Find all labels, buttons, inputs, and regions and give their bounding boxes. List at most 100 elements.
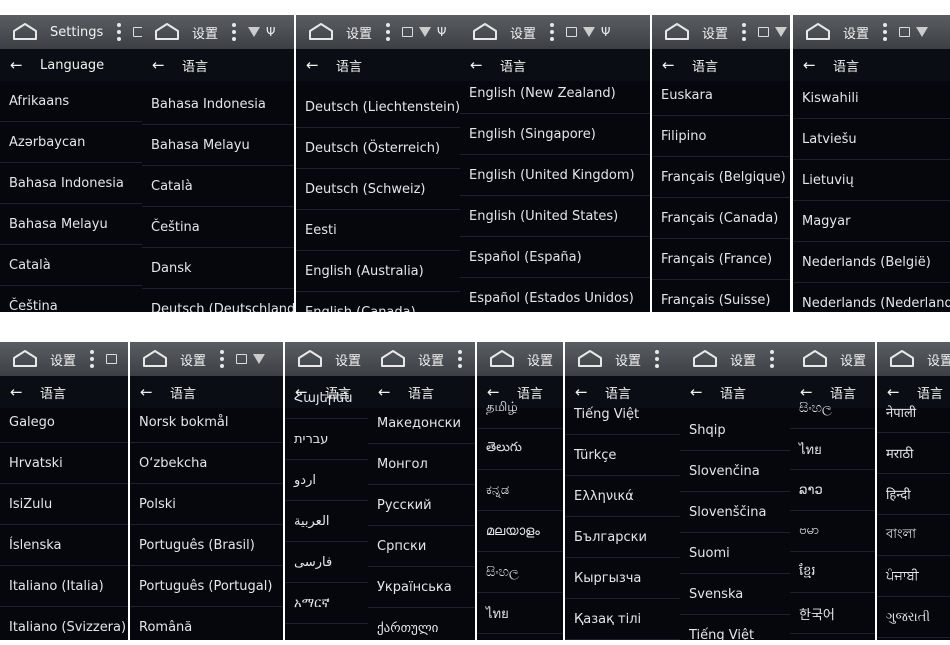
language-item[interactable]: Afrikaans	[0, 81, 142, 122]
language-item[interactable]: English (United States)	[460, 196, 650, 237]
language-item[interactable]: Filipino	[652, 116, 790, 157]
language-item[interactable]: አማርኛ	[285, 583, 368, 624]
more-icon[interactable]	[90, 350, 95, 368]
home-icon[interactable]	[308, 22, 334, 42]
language-item[interactable]: Čeština	[142, 207, 294, 248]
home-icon[interactable]	[802, 349, 828, 369]
home-icon[interactable]	[692, 349, 718, 369]
language-item[interactable]: ລາວ	[790, 470, 875, 511]
back-arrow-icon[interactable]: ←	[803, 57, 821, 73]
language-item[interactable]: Українська	[368, 567, 475, 608]
language-item[interactable]: اردو	[285, 460, 368, 501]
language-item[interactable]: Português (Portugal)	[130, 566, 283, 607]
language-item[interactable]: Հայերեն	[285, 378, 368, 419]
language-item[interactable]: Kiswahili	[793, 78, 950, 119]
language-item[interactable]: Español (Estados Unidos)	[460, 278, 650, 312]
language-item[interactable]: বাংলা	[877, 515, 950, 556]
language-item[interactable]: Lietuvių	[793, 160, 950, 201]
language-item[interactable]: O‘zbekcha	[130, 443, 283, 484]
more-icon[interactable]	[232, 23, 237, 41]
back-arrow-icon[interactable]: ←	[662, 57, 680, 73]
language-item[interactable]: Slovenčina	[680, 451, 790, 492]
language-item[interactable]: Euskara	[652, 75, 790, 116]
language-item[interactable]: Tiếng Việt	[565, 394, 680, 435]
language-item[interactable]: Bahasa Melayu	[0, 204, 142, 245]
language-item[interactable]: English (Canada)	[296, 292, 460, 313]
language-item[interactable]: ಕನ್ನಡ	[477, 470, 563, 511]
language-item[interactable]: Português (Brasil)	[130, 525, 283, 566]
language-item[interactable]: Ελληνικά	[565, 476, 680, 517]
more-icon[interactable]	[883, 23, 888, 41]
language-item[interactable]: فارسی	[285, 542, 368, 583]
back-arrow-icon[interactable]: ←	[152, 57, 170, 73]
language-item[interactable]: Nederlands (België)	[793, 242, 950, 283]
language-item[interactable]: Tiếng Việt	[680, 615, 790, 641]
language-item[interactable]: ไทย	[790, 429, 875, 470]
language-item[interactable]: Nederlands (Nederland)	[793, 283, 950, 312]
language-item[interactable]: Македонски	[368, 403, 475, 444]
language-item[interactable]: ਪੰਜਾਬੀ	[877, 556, 950, 597]
language-item[interactable]: Català	[0, 245, 142, 286]
language-item[interactable]: Bahasa Indonesia	[142, 84, 294, 125]
home-icon[interactable]	[664, 22, 690, 42]
language-item[interactable]: العربية	[285, 501, 368, 542]
language-item[interactable]: Български	[565, 517, 680, 558]
language-item[interactable]: Монгол	[368, 444, 475, 485]
language-item[interactable]: Eesti	[296, 210, 460, 251]
language-item[interactable]: ქართული	[368, 608, 475, 640]
language-item[interactable]: Français (France)	[652, 239, 790, 280]
language-item[interactable]: Русский	[368, 485, 475, 526]
home-icon[interactable]	[805, 22, 831, 42]
language-item[interactable]: Italiano (Svizzera)	[0, 607, 128, 640]
language-item[interactable]: 한국어	[790, 593, 875, 634]
language-item[interactable]: עברית	[285, 419, 368, 460]
language-item[interactable]: English (Australia)	[296, 251, 460, 292]
back-arrow-icon[interactable]: ←	[10, 384, 28, 400]
language-item[interactable]: Français (Belgique)	[652, 157, 790, 198]
home-icon[interactable]	[12, 349, 38, 369]
language-item[interactable]: Français (Canada)	[652, 198, 790, 239]
language-item[interactable]: සිංහල	[790, 388, 875, 429]
language-item[interactable]: Türkçe	[565, 435, 680, 476]
language-item[interactable]: Bahasa Indonesia	[0, 163, 142, 204]
language-item[interactable]: Deutsch (Österreich)	[296, 128, 460, 169]
language-item[interactable]: ខ្មែរ	[790, 552, 875, 593]
language-item[interactable]: Galego	[0, 402, 128, 443]
language-item[interactable]: Norsk bokmål	[130, 402, 283, 443]
home-icon[interactable]	[142, 349, 168, 369]
home-icon[interactable]	[489, 349, 515, 369]
language-item[interactable]: Íslenska	[0, 525, 128, 566]
language-item[interactable]: Shqip	[680, 410, 790, 451]
language-item[interactable]: Français (Suisse)	[652, 280, 790, 312]
language-item[interactable]: English (United Kingdom)	[460, 155, 650, 196]
more-icon[interactable]	[742, 23, 747, 41]
back-arrow-icon[interactable]: ←	[140, 384, 158, 400]
more-icon[interactable]	[386, 23, 391, 41]
back-arrow-icon[interactable]: ←	[470, 57, 488, 73]
language-item[interactable]: Deutsch (Deutschland)	[142, 289, 294, 313]
language-item[interactable]: Suomi	[680, 533, 790, 574]
language-item[interactable]: Čeština	[0, 286, 142, 313]
language-item[interactable]: हिन्दी	[877, 474, 950, 515]
language-item[interactable]: Magyar	[793, 201, 950, 242]
language-item[interactable]: Bahasa Melayu	[142, 125, 294, 166]
language-item[interactable]: Polski	[130, 484, 283, 525]
more-icon[interactable]	[550, 23, 555, 41]
language-item[interactable]: Deutsch (Liechtenstein)	[296, 87, 460, 128]
home-icon[interactable]	[154, 22, 180, 42]
language-item[interactable]: Română	[130, 607, 283, 640]
language-item[interactable]: ဗမာ	[790, 511, 875, 552]
more-icon[interactable]	[220, 350, 225, 368]
more-icon[interactable]	[458, 350, 463, 368]
home-icon[interactable]	[577, 349, 603, 369]
language-item[interactable]: සිංහල	[477, 552, 563, 593]
home-icon[interactable]	[297, 349, 323, 369]
language-item[interactable]: Қазақ тілі	[565, 599, 680, 640]
language-item[interactable]: ગુજરાતી	[877, 597, 950, 638]
home-icon[interactable]	[12, 22, 38, 42]
language-item[interactable]: Српски	[368, 526, 475, 567]
language-item[interactable]: Slovenščina	[680, 492, 790, 533]
back-arrow-icon[interactable]: ←	[378, 384, 396, 400]
language-item[interactable]: Català	[142, 166, 294, 207]
language-item[interactable]: English (Singapore)	[460, 114, 650, 155]
